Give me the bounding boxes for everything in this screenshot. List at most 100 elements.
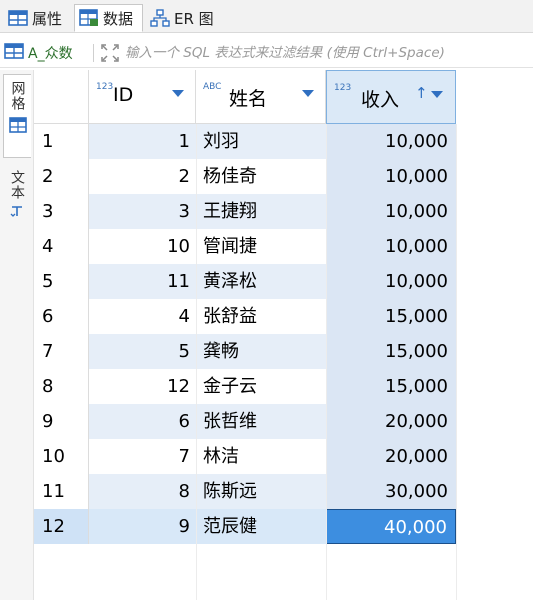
cell-name[interactable]: 林洁 (196, 439, 326, 474)
row-number[interactable]: 6 (34, 299, 89, 334)
cell-name[interactable]: 陈斯远 (196, 474, 326, 509)
cell-income[interactable]: 10,000 (326, 159, 456, 194)
expand-icon[interactable] (100, 43, 120, 63)
tab-label: ER 图 (174, 9, 214, 28)
table-row[interactable]: 1 1 刘羽 10,000 (34, 124, 533, 159)
column-divider (196, 124, 197, 600)
cell-id[interactable]: 12 (89, 369, 196, 404)
tab-er-diagram[interactable]: ER 图 (146, 4, 222, 32)
column-header-income[interactable]: 123 收入 ↑ (326, 70, 456, 124)
cell-name[interactable]: 张舒益 (196, 299, 326, 334)
cell-id[interactable]: 7 (89, 439, 196, 474)
row-number[interactable]: 2 (34, 159, 89, 194)
table-row[interactable]: 8 12 金子云 15,000 (34, 369, 533, 404)
table-row-selected[interactable]: 12 9 范辰健 40,000 (34, 509, 533, 544)
row-number[interactable]: 9 (34, 404, 89, 439)
row-number[interactable]: 8 (34, 369, 89, 404)
numeric-type-icon: 123 (96, 82, 114, 92)
row-number[interactable]: 5 (34, 264, 89, 299)
column-header-id[interactable]: 123 ID (89, 70, 196, 124)
row-number[interactable]: 3 (34, 194, 89, 229)
tab-label: 数据 (103, 9, 134, 28)
row-number[interactable]: 10 (34, 439, 89, 474)
sql-filter-input[interactable] (125, 41, 525, 65)
grid-icon (8, 117, 27, 137)
chevron-down-icon[interactable] (172, 90, 184, 97)
table-row[interactable]: 3 3 王捷翔 10,000 (34, 194, 533, 229)
cell-id[interactable]: 4 (89, 299, 196, 334)
cell-name[interactable]: 龚畅 (196, 334, 326, 369)
chevron-down-icon[interactable] (302, 90, 314, 97)
cell-income[interactable]: 20,000 (326, 404, 456, 439)
table-row[interactable]: 7 5 龚畅 15,000 (34, 334, 533, 369)
filter-bar: A_众数 (0, 38, 533, 68)
cell-name[interactable]: 王捷翔 (196, 194, 326, 229)
row-number[interactable]: 11 (34, 474, 89, 509)
cell-income-selected[interactable]: 40,000 (326, 509, 456, 544)
sort-ascending-icon[interactable]: ↑ (415, 84, 428, 102)
side-tab-text[interactable]: 文本 (3, 166, 31, 232)
row-number[interactable]: 12 (34, 509, 89, 544)
cell-income[interactable]: 15,000 (326, 369, 456, 404)
row-number[interactable]: 4 (34, 229, 89, 264)
chevron-down-icon[interactable] (431, 91, 443, 98)
side-tab-grid[interactable]: 网格 (3, 74, 31, 158)
column-divider (326, 124, 327, 600)
cell-id[interactable]: 5 (89, 334, 196, 369)
cell-id[interactable]: 8 (89, 474, 196, 509)
cell-income[interactable]: 15,000 (326, 334, 456, 369)
cell-income[interactable]: 10,000 (326, 194, 456, 229)
table-row[interactable]: 5 11 黄泽松 10,000 (34, 264, 533, 299)
cell-income[interactable]: 15,000 (326, 299, 456, 334)
data-grid-icon (79, 9, 99, 27)
tab-label: 属性 (32, 9, 63, 28)
table-name: A_众数 (28, 46, 73, 62)
cell-name[interactable]: 范辰健 (196, 509, 326, 544)
cell-id[interactable]: 1 (89, 124, 196, 159)
column-label: ID (113, 84, 134, 106)
view-mode-panel: 网格 文本 (0, 70, 34, 600)
divider (93, 44, 94, 62)
row-number[interactable]: 1 (34, 124, 89, 159)
cell-id[interactable]: 2 (89, 159, 196, 194)
column-label: 姓名 (229, 88, 268, 110)
cell-name[interactable]: 黄泽松 (196, 264, 326, 299)
cell-name[interactable]: 金子云 (196, 369, 326, 404)
er-diagram-icon (150, 9, 170, 27)
row-number[interactable]: 7 (34, 334, 89, 369)
cell-name[interactable]: 管闻捷 (196, 229, 326, 264)
table-row[interactable]: 2 2 杨佳奇 10,000 (34, 159, 533, 194)
cell-name[interactable]: 张哲维 (196, 404, 326, 439)
cell-income[interactable]: 10,000 (326, 264, 456, 299)
column-divider (456, 124, 457, 600)
cell-id[interactable]: 9 (89, 509, 196, 544)
table-row[interactable]: 9 6 张哲维 20,000 (34, 404, 533, 439)
tab-data[interactable]: 数据 (74, 4, 143, 32)
cell-id[interactable]: 6 (89, 404, 196, 439)
side-tab-label: 文本 (9, 170, 25, 200)
text-icon (10, 203, 24, 222)
cell-id[interactable]: 11 (89, 264, 196, 299)
numeric-type-icon: 123 (334, 83, 352, 93)
cell-income[interactable]: 30,000 (326, 474, 456, 509)
side-tab-label: 网格 (9, 81, 26, 111)
column-label: 收入 (361, 89, 400, 111)
row-number-header (34, 70, 89, 124)
tab-properties[interactable]: 属性 (4, 4, 72, 32)
cell-income[interactable]: 10,000 (326, 229, 456, 264)
cell-income[interactable]: 10,000 (326, 124, 456, 159)
cell-income[interactable]: 20,000 (326, 439, 456, 474)
table-row[interactable]: 11 8 陈斯远 30,000 (34, 474, 533, 509)
cell-id[interactable]: 10 (89, 229, 196, 264)
cell-name[interactable]: 刘羽 (196, 124, 326, 159)
table-row[interactable]: 10 7 林洁 20,000 (34, 439, 533, 474)
table-row[interactable]: 4 10 管闻捷 10,000 (34, 229, 533, 264)
column-header-name[interactable]: ABC 姓名 (196, 70, 326, 124)
table-icon (4, 43, 24, 63)
table-icon (8, 10, 28, 26)
table-row[interactable]: 6 4 张舒益 15,000 (34, 299, 533, 334)
editor-tab-bar: 属性 数据 ER 图 (0, 0, 533, 33)
cell-name[interactable]: 杨佳奇 (196, 159, 326, 194)
cell-id[interactable]: 3 (89, 194, 196, 229)
table-name-chip[interactable]: A_众数 (4, 42, 73, 64)
